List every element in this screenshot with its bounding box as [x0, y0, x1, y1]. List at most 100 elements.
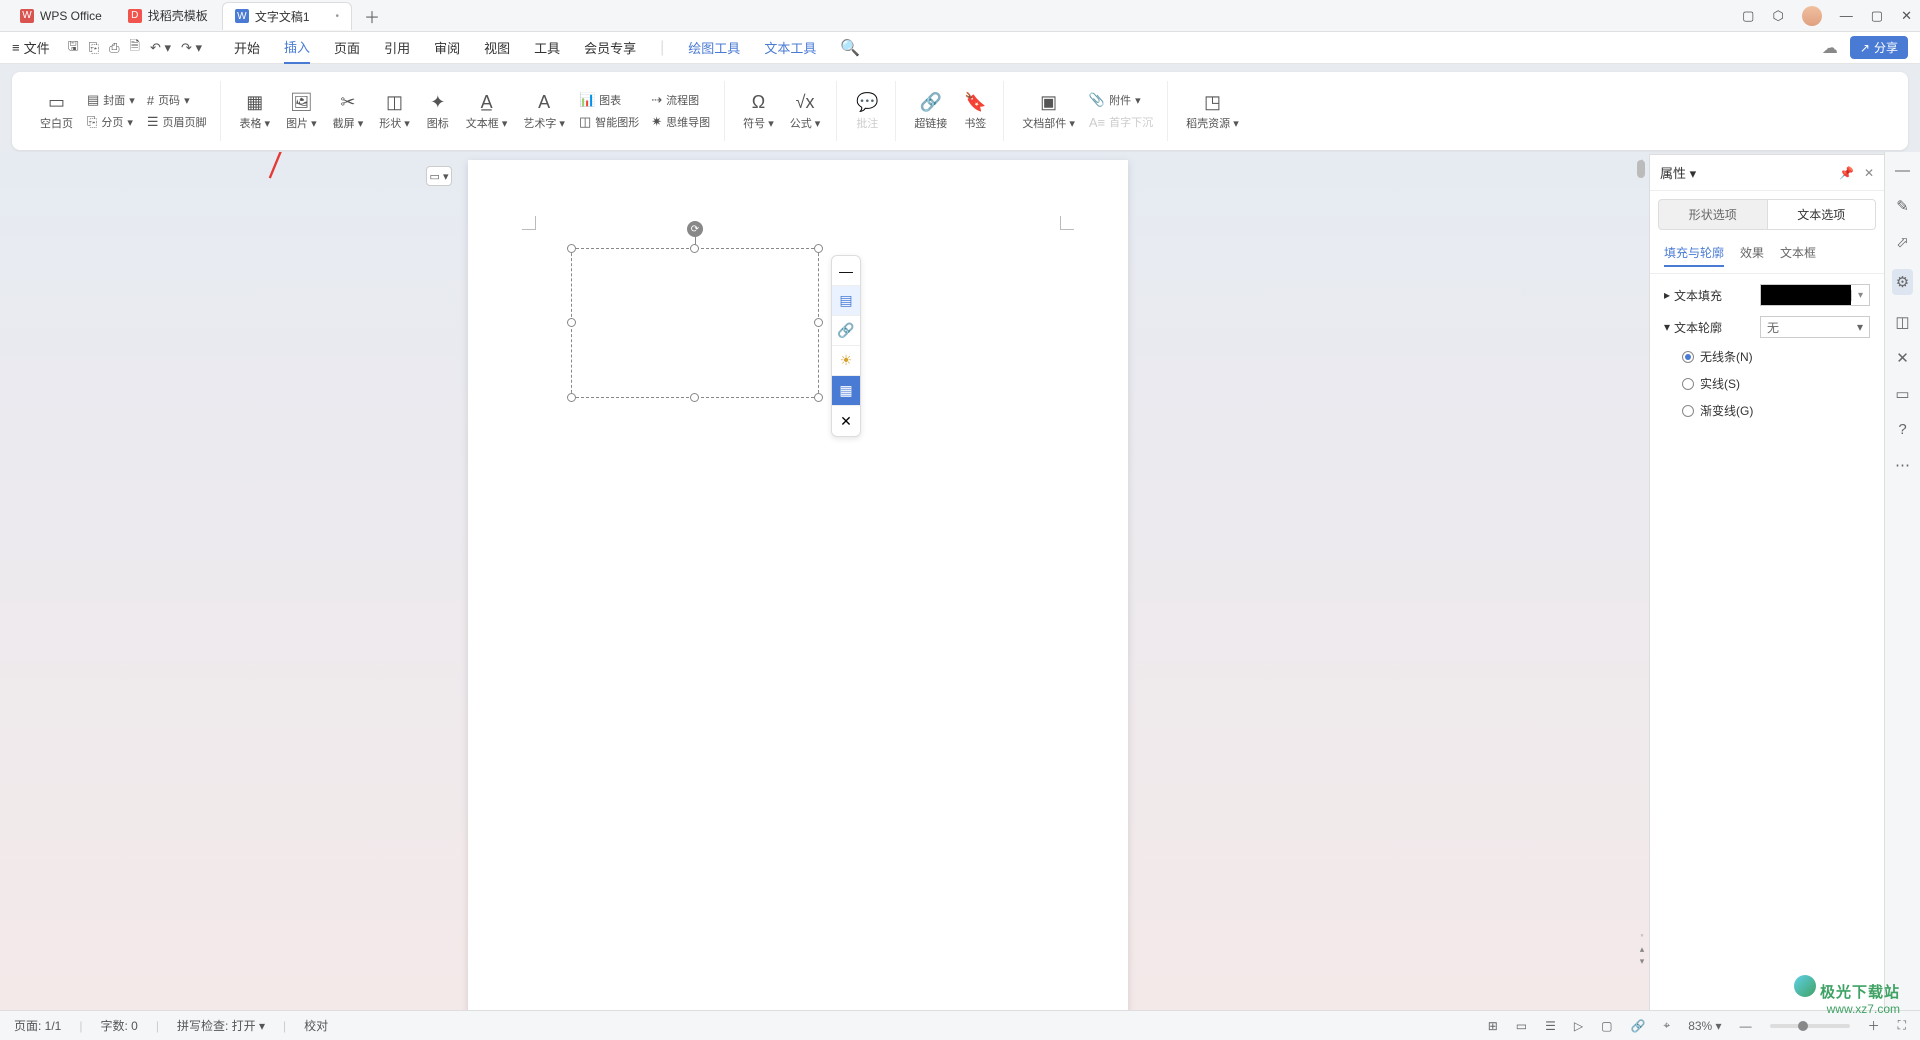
menu-page[interactable]: 页面: [334, 32, 360, 63]
radio-no-line[interactable]: 无线条(N): [1682, 348, 1870, 365]
subtab-effects[interactable]: 效果: [1740, 244, 1764, 267]
rail-layers-icon[interactable]: ◫: [1895, 313, 1909, 331]
page-number-button[interactable]: #页码▾: [143, 90, 211, 110]
rail-more-icon[interactable]: ⋯: [1895, 456, 1910, 474]
view-page-icon[interactable]: ▭: [1516, 1019, 1527, 1033]
float-fill-button[interactable]: ▤: [832, 286, 860, 316]
rail-select-icon[interactable]: ⬀: [1896, 233, 1909, 251]
resize-handle[interactable]: [567, 393, 576, 402]
textbox-button[interactable]: A̲文本框 ▾: [460, 87, 514, 135]
menu-review[interactable]: 审阅: [434, 32, 460, 63]
share-button[interactable]: ↗ 分享: [1850, 36, 1908, 59]
layout-options-button[interactable]: ▭ ▾: [426, 166, 452, 186]
resize-handle[interactable]: [814, 244, 823, 253]
status-spellcheck[interactable]: 拼写检查: 打开 ▾: [177, 1017, 265, 1034]
picture-button[interactable]: 🖼图片 ▾: [280, 87, 323, 135]
cloud-icon[interactable]: ☁: [1822, 38, 1838, 58]
document-page[interactable]: ▭ ▾ ⟳ — ▤ 🔗 ☀ ▦ ✕: [468, 160, 1128, 1010]
preview-icon[interactable]: 🗎: [130, 37, 140, 59]
subtab-fill-outline[interactable]: 填充与轮廓: [1664, 244, 1724, 267]
shapes-button[interactable]: ◫形状 ▾: [373, 87, 416, 135]
rail-settings-icon[interactable]: ⚙: [1892, 269, 1913, 295]
tab-shape-options[interactable]: 形状选项: [1658, 199, 1768, 230]
zoom-slider[interactable]: [1770, 1024, 1850, 1028]
screenshot-button[interactable]: ✂截屏 ▾: [327, 87, 370, 135]
page-break-button[interactable]: ⎘分页▾: [83, 112, 139, 132]
mindmap-button[interactable]: ✷思维导图: [647, 112, 714, 132]
print-icon[interactable]: ⎙: [109, 40, 119, 56]
resources-button[interactable]: ◳稻壳资源 ▾: [1180, 87, 1245, 135]
equation-button[interactable]: √x公式 ▾: [784, 87, 827, 135]
textbox-shape[interactable]: ⟳: [571, 248, 819, 398]
cover-button[interactable]: ▤封面▾: [83, 90, 139, 110]
zoom-out-button[interactable]: —: [1740, 1019, 1752, 1033]
menu-start[interactable]: 开始: [234, 32, 260, 63]
status-page[interactable]: 页面: 1/1: [14, 1017, 61, 1034]
float-more-button[interactable]: ✕: [832, 406, 860, 436]
chart-button[interactable]: 📊图表: [575, 90, 643, 110]
text-outline-select[interactable]: 无▾: [1760, 316, 1870, 338]
add-tab-button[interactable]: ＋: [354, 0, 390, 33]
subtab-textbox[interactable]: 文本框: [1780, 244, 1816, 267]
resize-handle[interactable]: [567, 318, 576, 327]
redo-button[interactable]: ↷ ▾: [181, 40, 202, 56]
zoom-in-button[interactable]: ＋: [1868, 1017, 1880, 1034]
zoom-fit-icon[interactable]: ⌖: [1663, 1018, 1670, 1033]
float-collapse-button[interactable]: —: [832, 256, 860, 286]
menu-insert[interactable]: 插入: [284, 31, 310, 64]
rail-pen-icon[interactable]: ✎: [1896, 197, 1909, 215]
menu-view[interactable]: 视图: [484, 32, 510, 63]
menu-tools[interactable]: 工具: [534, 32, 560, 63]
rail-book-icon[interactable]: ▭: [1895, 385, 1909, 403]
fullscreen-icon[interactable]: ⛶: [1898, 1018, 1906, 1033]
tab-text-options[interactable]: 文本选项: [1768, 199, 1877, 230]
search-icon[interactable]: 🔍: [840, 38, 860, 58]
view-web-icon[interactable]: ▢: [1601, 1019, 1612, 1033]
header-footer-button[interactable]: ☰页眉页脚: [143, 112, 211, 132]
text-fill-color[interactable]: ▾: [1760, 284, 1870, 306]
rail-help-icon[interactable]: ?: [1898, 421, 1906, 438]
bookmark-button[interactable]: 🔖书签: [957, 87, 993, 135]
menu-text-tools[interactable]: 文本工具: [764, 32, 816, 63]
reader-icon[interactable]: ▢: [1742, 8, 1754, 24]
close-button[interactable]: ✕: [1901, 8, 1912, 24]
flowchart-button[interactable]: ⇢流程图: [647, 90, 714, 110]
view-outline-icon[interactable]: ☰: [1545, 1019, 1556, 1033]
float-link-button[interactable]: 🔗: [832, 316, 860, 346]
menu-draw-tools[interactable]: 绘图工具: [688, 32, 740, 63]
resize-handle[interactable]: [814, 393, 823, 402]
title-tab-document[interactable]: W 文字文稿1 •: [222, 2, 352, 30]
link-icon[interactable]: ⎘: [89, 40, 99, 56]
rail-tools-icon[interactable]: ✕: [1896, 349, 1909, 367]
symbol-button[interactable]: Ω符号 ▾: [737, 87, 780, 135]
avatar[interactable]: [1802, 6, 1822, 26]
resize-handle[interactable]: [814, 318, 823, 327]
float-layout-button[interactable]: ▦: [832, 376, 860, 406]
radio-gradient-line[interactable]: 渐变线(G): [1682, 402, 1870, 419]
rail-minimize[interactable]: —: [1895, 162, 1910, 179]
rotate-handle[interactable]: ⟳: [687, 221, 703, 237]
close-panel-icon[interactable]: ✕: [1864, 166, 1874, 180]
wordart-button[interactable]: A艺术字 ▾: [517, 87, 571, 135]
title-tab-wps[interactable]: W WPS Office: [8, 4, 114, 28]
resize-handle[interactable]: [690, 393, 699, 402]
pin-icon[interactable]: 📌: [1839, 166, 1854, 180]
minimize-button[interactable]: —: [1840, 8, 1853, 23]
view-read-icon[interactable]: ▷: [1574, 1019, 1583, 1033]
vertical-scrollbar[interactable]: ▴ ◦ ▴ ▾: [1637, 160, 1647, 980]
status-words[interactable]: 字数: 0: [100, 1017, 137, 1034]
smartart-button[interactable]: ◫智能图形: [575, 112, 643, 132]
undo-button[interactable]: ↶ ▾: [150, 40, 171, 56]
maximize-button[interactable]: ▢: [1871, 8, 1883, 24]
zoom-value[interactable]: 83% ▾: [1688, 1019, 1721, 1033]
cube-icon[interactable]: ⬡: [1772, 8, 1783, 24]
icons-button[interactable]: ✦图标: [420, 87, 456, 135]
resize-handle[interactable]: [690, 244, 699, 253]
resize-handle[interactable]: [567, 244, 576, 253]
status-proof[interactable]: 校对: [304, 1017, 328, 1034]
title-tab-template[interactable]: D 找稻壳模板: [116, 2, 220, 29]
float-style-button[interactable]: ☀: [832, 346, 860, 376]
view-link-icon[interactable]: 🔗: [1630, 1019, 1645, 1033]
hyperlink-button[interactable]: 🔗超链接: [908, 87, 953, 135]
blank-page-button[interactable]: ▭空白页: [34, 87, 79, 135]
